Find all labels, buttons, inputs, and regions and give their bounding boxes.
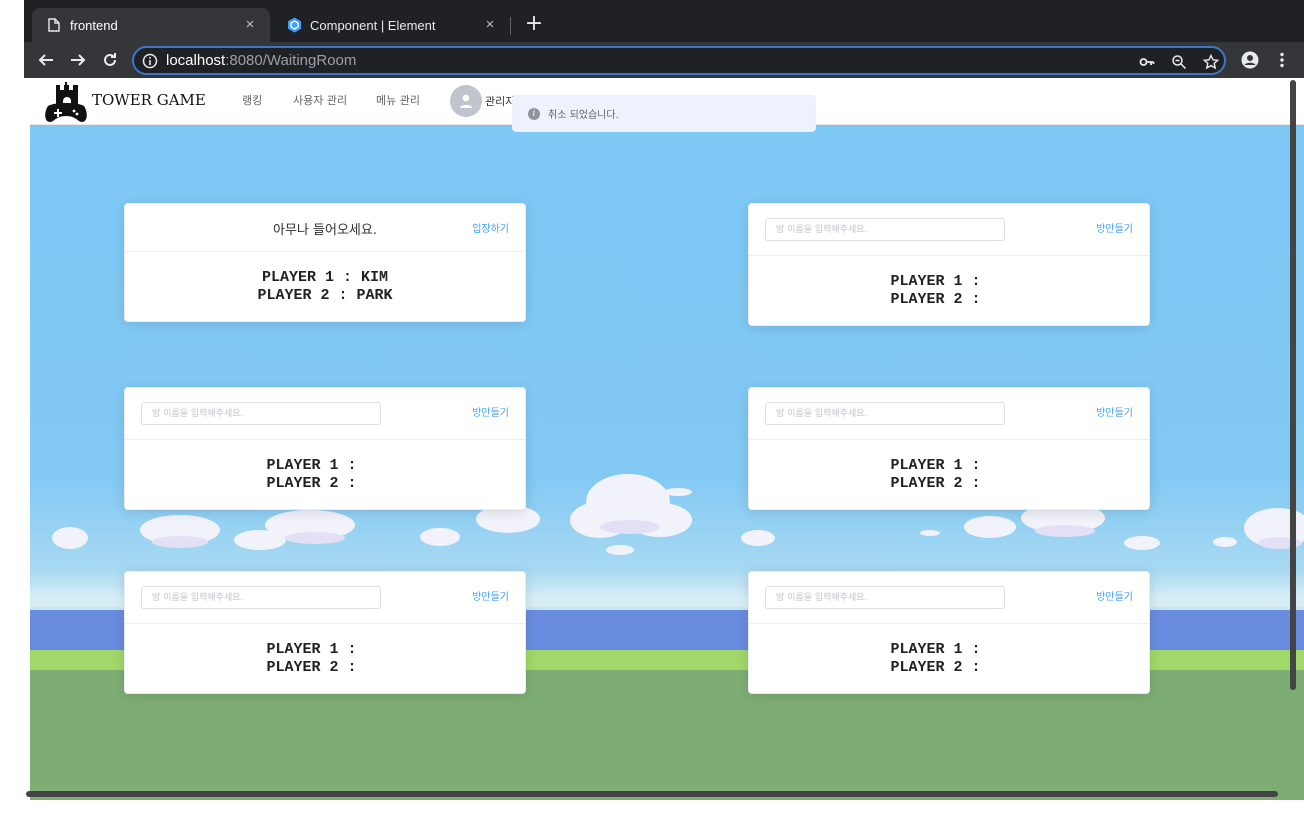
create-room-button[interactable]: 방만들기 (1096, 404, 1133, 419)
room-card-4: 방만들기 PLAYER 1 : PLAYER 2 : (748, 387, 1150, 510)
room-card-1: 아무나 들어오세요. 입장하기 PLAYER 1 : KIM PLAYER 2 … (124, 203, 526, 322)
menu-menu-management[interactable]: 메뉴 관리 (376, 92, 420, 108)
zoom-icon[interactable] (1171, 54, 1187, 70)
forward-arrow-icon[interactable] (68, 50, 88, 70)
room-card-5: 방만들기 PLAYER 1 : PLAYER 2 : (124, 571, 526, 694)
browser-toolbar: localhost:8080/WaitingRoom (24, 42, 1304, 78)
player-list: PLAYER 1 : PLAYER 2 : (890, 457, 981, 492)
bookmark-star-icon[interactable] (1202, 53, 1220, 70)
vertical-scrollbar[interactable] (1290, 80, 1296, 690)
tab-strip: frontend × Component | Element × + (24, 0, 1304, 42)
create-room-button[interactable]: 방만들기 (1096, 588, 1133, 603)
enter-room-button[interactable]: 입장하기 (472, 220, 509, 235)
url-host: localhost (166, 52, 226, 69)
site-info-icon[interactable] (142, 53, 158, 69)
player-list: PLAYER 1 : PLAYER 2 : (890, 273, 981, 308)
create-room-button[interactable]: 방만들기 (472, 404, 509, 419)
tab-frontend[interactable]: frontend × (32, 8, 270, 42)
close-tab-icon[interactable]: × (242, 17, 258, 33)
tab-title: frontend (70, 17, 118, 33)
more-menu-icon[interactable] (1272, 50, 1292, 70)
room-name-input[interactable] (765, 586, 1005, 609)
room-name-input[interactable] (765, 402, 1005, 425)
player-list: PLAYER 1 : PLAYER 2 : (266, 641, 357, 676)
info-icon: i (528, 107, 540, 120)
room-card-header: 방만들기 (749, 388, 1149, 440)
player-list: PLAYER 1 : PLAYER 2 : (266, 457, 357, 492)
tab-component-element[interactable]: Component | Element × (272, 8, 510, 42)
url-path: :8080/WaitingRoom (225, 52, 357, 69)
close-tab-icon[interactable]: × (482, 17, 498, 33)
room-card-header: 방만들기 (125, 572, 525, 624)
document-icon (46, 17, 62, 33)
user-icon (460, 94, 472, 108)
room-name-input[interactable] (141, 586, 381, 609)
room-title: 아무나 들어오세요. (273, 223, 377, 238)
player-list: PLAYER 1 : PLAYER 2 : (890, 641, 981, 676)
reload-icon[interactable] (100, 50, 120, 70)
player-list: PLAYER 1 : KIM PLAYER 2 : PARK (257, 269, 393, 304)
room-card-3: 방만들기 PLAYER 1 : PLAYER 2 : (124, 387, 526, 510)
menu-user-management[interactable]: 사용자 관리 (293, 92, 347, 108)
key-icon[interactable] (1139, 54, 1155, 70)
tab-separator (510, 17, 511, 35)
browser-window: frontend × Component | Element × + local (24, 0, 1304, 800)
address-bar[interactable]: localhost:8080/WaitingRoom (132, 46, 1226, 75)
room-name-input[interactable] (141, 402, 381, 425)
toast-message: 취소 되었습니다. (548, 110, 619, 121)
page-viewport: TOWER GAME 랭킹 사용자 관리 메뉴 관리 관리자 아무나 들어오세요… (30, 78, 1304, 800)
tower-game-logo-icon[interactable] (44, 82, 88, 124)
create-room-button[interactable]: 방만들기 (472, 588, 509, 603)
menu-ranking[interactable]: 랭킹 (242, 92, 262, 108)
room-name-input[interactable] (765, 218, 1005, 241)
user-label[interactable]: 관리자 (485, 93, 515, 109)
back-arrow-icon[interactable] (36, 50, 56, 70)
room-card-header: 방만들기 (125, 388, 525, 440)
room-card-header: 방만들기 (749, 204, 1149, 256)
create-room-button[interactable]: 방만들기 (1096, 220, 1133, 235)
avatar[interactable] (450, 85, 482, 117)
room-card-header: 방만들기 (749, 572, 1149, 624)
tab-title: Component | Element (310, 17, 436, 33)
element-hexagon-icon (286, 17, 302, 33)
logo-text[interactable]: TOWER GAME (92, 91, 206, 109)
account-icon[interactable] (1240, 50, 1260, 70)
horizontal-scrollbar[interactable] (26, 791, 1278, 797)
room-card-header: 아무나 들어오세요. 입장하기 (125, 204, 525, 252)
new-tab-button[interactable]: + (522, 13, 546, 37)
info-toast: i 취소 되었습니다. (512, 95, 816, 132)
room-card-6: 방만들기 PLAYER 1 : PLAYER 2 : (748, 571, 1150, 694)
room-card-2: 방만들기 PLAYER 1 : PLAYER 2 : (748, 203, 1150, 326)
